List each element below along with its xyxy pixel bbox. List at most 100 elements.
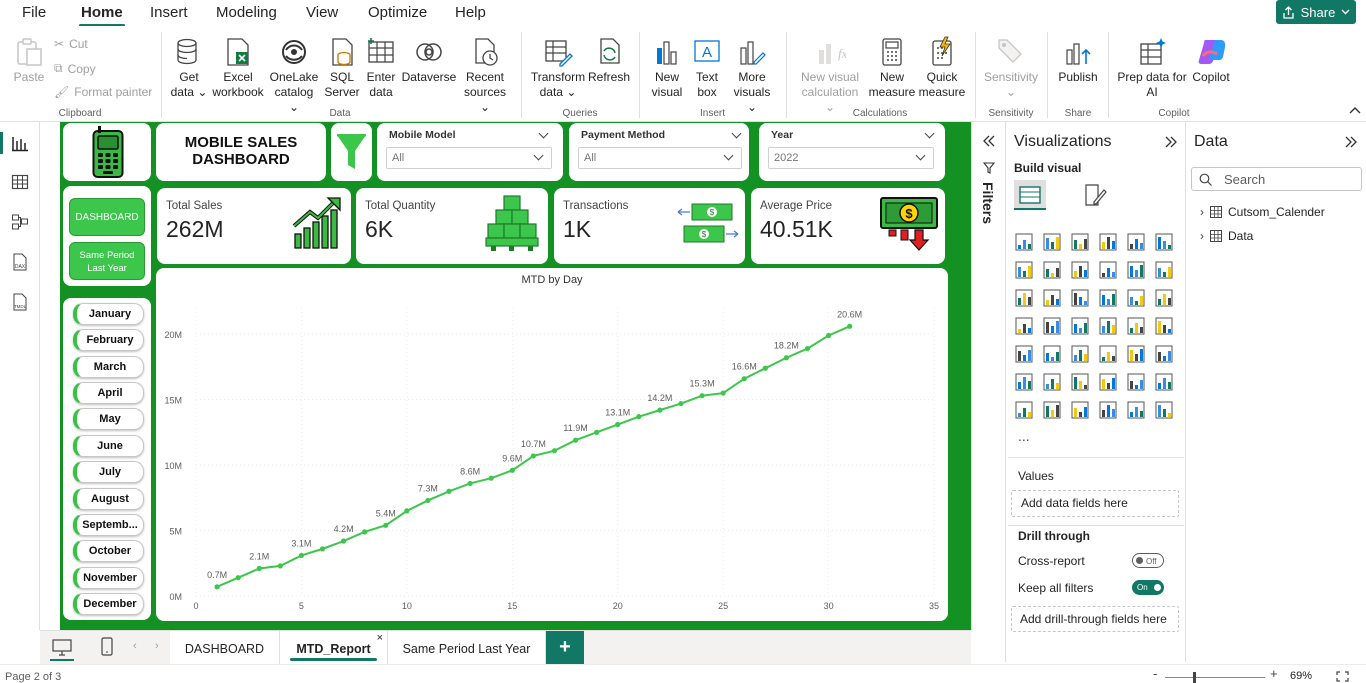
zoom-out-icon[interactable]: - [1153,666,1157,681]
same-period-nav-button[interactable]: Same Period Last Year [69,242,145,280]
funnel-chart-icon[interactable] [1071,289,1089,307]
decomposition-tree-icon[interactable] [1071,373,1089,391]
values-drop-well[interactable]: Add data fields here [1011,490,1179,517]
python-visual-icon[interactable] [1015,373,1033,391]
ribbon-chart-icon[interactable] [1015,289,1033,307]
payment-method-dropdown[interactable]: All [578,147,742,169]
menu-help[interactable]: Help [455,4,486,21]
qa-icon[interactable] [1099,373,1117,391]
stacked-column-icon[interactable] [1043,233,1061,251]
slicer-icon[interactable] [1071,345,1089,363]
azure-icon[interactable] [1099,401,1117,419]
100-column-icon[interactable] [1155,233,1173,251]
month-item-may[interactable]: May [73,408,144,430]
build-visual-tab[interactable] [1014,180,1046,210]
report-view-icon[interactable] [11,134,29,152]
100-bar-icon[interactable] [1127,233,1145,251]
get-data-button[interactable]: Get data ⌄ [167,36,211,100]
prep-data-ai-button[interactable]: Prep data for AI [1116,36,1188,100]
more-visuals-button[interactable]: More visuals ⌄ [728,36,776,115]
narrative-icon[interactable] [1127,373,1145,391]
format-painter-button[interactable]: 🖌 Format painter [54,85,152,99]
copilot-button[interactable]: Copilot [1188,36,1234,85]
clustered-column-icon[interactable] [1099,233,1117,251]
goals-icon[interactable] [1155,373,1173,391]
add-page-button[interactable]: + [546,631,584,665]
desktop-layout-icon[interactable] [52,639,72,656]
mobile-model-dropdown[interactable]: All [386,147,552,169]
card-icon[interactable] [1155,317,1173,335]
menu-optimize[interactable]: Optimize [368,4,427,21]
share-button[interactable]: Share [1276,0,1356,24]
month-item-september[interactable]: Septemb... [73,514,144,536]
table-item-data[interactable]: › Data [1200,229,1253,243]
zoom-in-icon[interactable]: + [1270,666,1278,681]
sql-server-button[interactable]: SQL Server [322,36,362,100]
payment-method-slicer[interactable]: Payment Method All [569,123,749,181]
zoom-slider[interactable] [1165,672,1265,683]
clustered-bar-icon[interactable] [1071,233,1089,251]
more-visuals-ellipsis[interactable]: ... [1018,428,1030,444]
collapse-chevrons-icon[interactable] [1344,135,1358,149]
table-view-icon[interactable] [11,173,29,191]
mtd-chart-card[interactable]: MTD by Day 0M 5M 10M 15M 20M 0 5 10 15 20 25 30 35 0.… [156,268,948,621]
menu-insert[interactable]: Insert [150,4,188,21]
month-item-january[interactable]: January [73,303,144,325]
month-item-october[interactable]: October [73,540,144,562]
menu-home[interactable]: Home [79,4,125,27]
sensitivity-button[interactable]: Sensitivity ⌄ [980,36,1042,100]
onelake-catalog-button[interactable]: OneLake catalog ⌄ [268,36,320,115]
tmdl-view-icon[interactable]: TMDL [11,293,29,311]
map-icon[interactable] [1043,317,1061,335]
card-new-icon[interactable] [1043,401,1061,419]
month-item-march[interactable]: March [73,356,144,378]
mobile-model-slicer[interactable]: Mobile Model All [377,123,563,181]
menu-view[interactable]: View [306,4,338,21]
menu-file[interactable]: File [22,4,46,21]
gauge-icon[interactable] [1127,317,1145,335]
visual-types-gallery[interactable] [1014,232,1184,442]
fit-to-page-icon[interactable] [1336,671,1349,682]
recent-sources-button[interactable]: Recent sources ⌄ [458,36,512,115]
month-item-june[interactable]: June [73,435,144,457]
stacked-bar-icon[interactable] [1015,233,1033,251]
publish-button[interactable]: Publish [1055,36,1101,85]
refresh-button[interactable]: Refresh [587,36,631,85]
collapse-ribbon-icon[interactable] [1349,106,1361,114]
multirow-card-icon[interactable] [1015,345,1033,363]
month-item-august[interactable]: August [73,488,144,510]
power-apps-icon[interactable] [1155,401,1173,419]
dax-query-icon[interactable]: DAX [11,253,29,271]
model-view-icon[interactable] [11,213,29,231]
drill-through-drop-well[interactable]: Add drill-through fields here [1011,606,1179,632]
quick-measure-button[interactable]: Quick measure [918,36,966,100]
kpi-icon[interactable] [1043,345,1061,363]
line-chart-icon[interactable] [1015,261,1033,279]
new-visual-calculation-button[interactable]: fx New visualcalculation ⌄ [795,36,865,115]
month-item-december[interactable]: December [73,593,144,615]
tab-dashboard[interactable]: DASHBOARD [170,631,280,665]
zoom-thumb[interactable] [1193,672,1196,683]
scroll-left-icon[interactable]: ‹ [133,640,137,652]
enter-data-button[interactable]: Enter data [362,36,400,100]
area-chart-icon[interactable] [1043,261,1061,279]
transform-data-button[interactable]: Transform data ⌄ [529,36,587,100]
keep-filters-toggle[interactable]: On [1132,580,1164,595]
mobile-layout-icon[interactable] [101,637,113,656]
new-visual-button[interactable]: New visual [647,36,687,100]
pie-chart-icon[interactable] [1127,289,1145,307]
azure-map-icon[interactable] [1099,317,1117,335]
expand-chevrons-icon[interactable] [982,134,996,148]
month-item-november[interactable]: November [73,567,144,589]
text-box-button[interactable]: A Text box [689,36,725,100]
year-dropdown[interactable]: 2022 [768,147,934,169]
line-column-icon[interactable] [1127,261,1145,279]
100-area-icon[interactable] [1099,261,1117,279]
format-visual-icon[interactable] [1082,182,1108,208]
r-visual-icon[interactable] [1155,345,1173,363]
month-item-july[interactable]: July [73,461,144,483]
tab-mtd-report[interactable]: MTD_Report × [280,631,388,665]
key-influencers-icon[interactable] [1043,373,1061,391]
filled-map-icon[interactable] [1071,317,1089,335]
table-visual-icon[interactable] [1099,345,1117,363]
